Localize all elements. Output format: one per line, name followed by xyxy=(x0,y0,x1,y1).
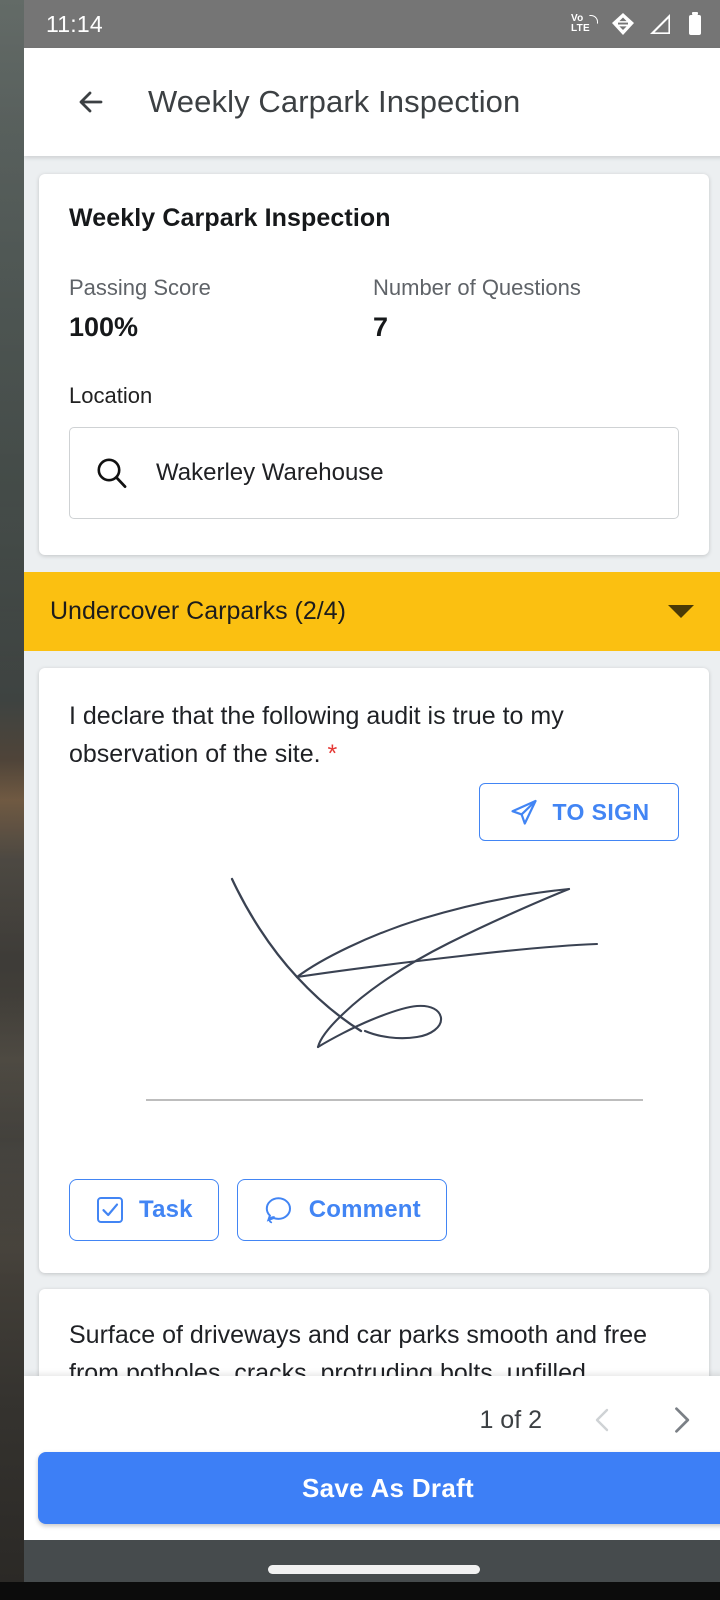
chevron-down-icon xyxy=(668,605,694,618)
volte-icon-bottom-label: LTE xyxy=(570,23,590,34)
bottom-bar: 1 of 2 Save As Draft xyxy=(24,1376,720,1540)
search-icon xyxy=(97,458,127,488)
section-header-label: Undercover Carparks (2/4) xyxy=(50,597,346,625)
number-of-questions-value: 7 xyxy=(373,312,389,342)
send-icon xyxy=(510,799,537,825)
chevron-left-icon xyxy=(595,1408,609,1432)
save-as-draft-button[interactable]: Save As Draft xyxy=(38,1452,720,1524)
status-bar-clock: 11:14 xyxy=(46,10,103,37)
number-of-questions-label: Number of Questions xyxy=(373,275,581,300)
location-label: Location xyxy=(69,383,153,408)
to-sign-button[interactable]: TO SIGN xyxy=(479,783,679,841)
required-marker: * xyxy=(327,739,338,768)
comment-button-label: Comment xyxy=(308,1196,421,1223)
next-question-label: Surface of driveways and car parks smoot… xyxy=(69,1321,648,1376)
page-indicator: 1 of 2 xyxy=(479,1405,542,1434)
status-bar-icons: Vo LTE xyxy=(571,11,704,37)
to-sign-row: TO SIGN xyxy=(69,783,679,841)
number-of-questions-stat: Number of Questions 7 xyxy=(373,275,677,343)
summary-stats-row: Passing Score 100% Number of Questions 7 xyxy=(69,275,679,343)
status-bar: 11:14 Vo LTE xyxy=(24,0,720,48)
signature-question-text: I declare that the following audit is tr… xyxy=(69,698,679,773)
previous-page-button[interactable] xyxy=(586,1403,620,1437)
location-value: Wakerley Warehouse xyxy=(156,459,384,486)
location-search-input[interactable]: Wakerley Warehouse xyxy=(69,427,679,519)
home-indicator-pill[interactable] xyxy=(268,1565,480,1574)
form-scroll-container[interactable]: Weekly Carpark Inspection Passing Score … xyxy=(24,156,720,1376)
signature-baseline xyxy=(146,1099,643,1101)
question-actions-row: Task Comment xyxy=(69,1179,679,1273)
comment-button[interactable]: Comment xyxy=(236,1179,447,1241)
next-question-text: Surface of driveways and car parks smoot… xyxy=(69,1317,679,1376)
chevron-right-icon xyxy=(675,1407,690,1433)
app-bar: Weekly Carpark Inspection xyxy=(24,48,720,156)
inspection-summary-card: Weekly Carpark Inspection Passing Score … xyxy=(39,174,709,555)
signature-canvas[interactable] xyxy=(69,863,679,1101)
battery-icon xyxy=(689,12,701,35)
screen-bottom-filler xyxy=(0,1582,720,1600)
signature-question-label: I declare that the following audit is tr… xyxy=(69,702,564,768)
to-sign-label: TO SIGN xyxy=(552,798,650,825)
comment-bubble-icon xyxy=(265,1197,291,1224)
next-question-card: Surface of driveways and car parks smoot… xyxy=(39,1289,709,1376)
app-window: 11:14 Vo LTE Weekly Carpark Inspection W… xyxy=(24,0,720,1540)
arrow-left-icon xyxy=(79,91,103,113)
volte-icon: Vo LTE xyxy=(570,14,599,34)
android-navigation-bar xyxy=(24,1540,720,1582)
section-header-undercover-carparks[interactable]: Undercover Carparks (2/4) xyxy=(24,572,720,651)
passing-score-label: Passing Score xyxy=(69,275,211,300)
task-button[interactable]: Task xyxy=(69,1179,219,1241)
back-button[interactable] xyxy=(66,77,116,127)
passing-score-stat: Passing Score 100% xyxy=(69,275,373,343)
summary-title: Weekly Carpark Inspection xyxy=(69,204,391,232)
wifi-icon xyxy=(612,13,634,35)
next-page-button[interactable] xyxy=(664,1403,698,1437)
checkbox-checked-icon xyxy=(97,1197,123,1223)
passing-score-value: 100% xyxy=(69,312,139,342)
signature-stroke xyxy=(230,877,599,1049)
signal-icon xyxy=(650,14,670,34)
signature-question-card: I declare that the following audit is tr… xyxy=(39,668,709,1273)
pagination-controls: 1 of 2 xyxy=(24,1376,720,1464)
task-button-label: Task xyxy=(139,1196,193,1223)
page-title: Weekly Carpark Inspection xyxy=(148,84,521,119)
